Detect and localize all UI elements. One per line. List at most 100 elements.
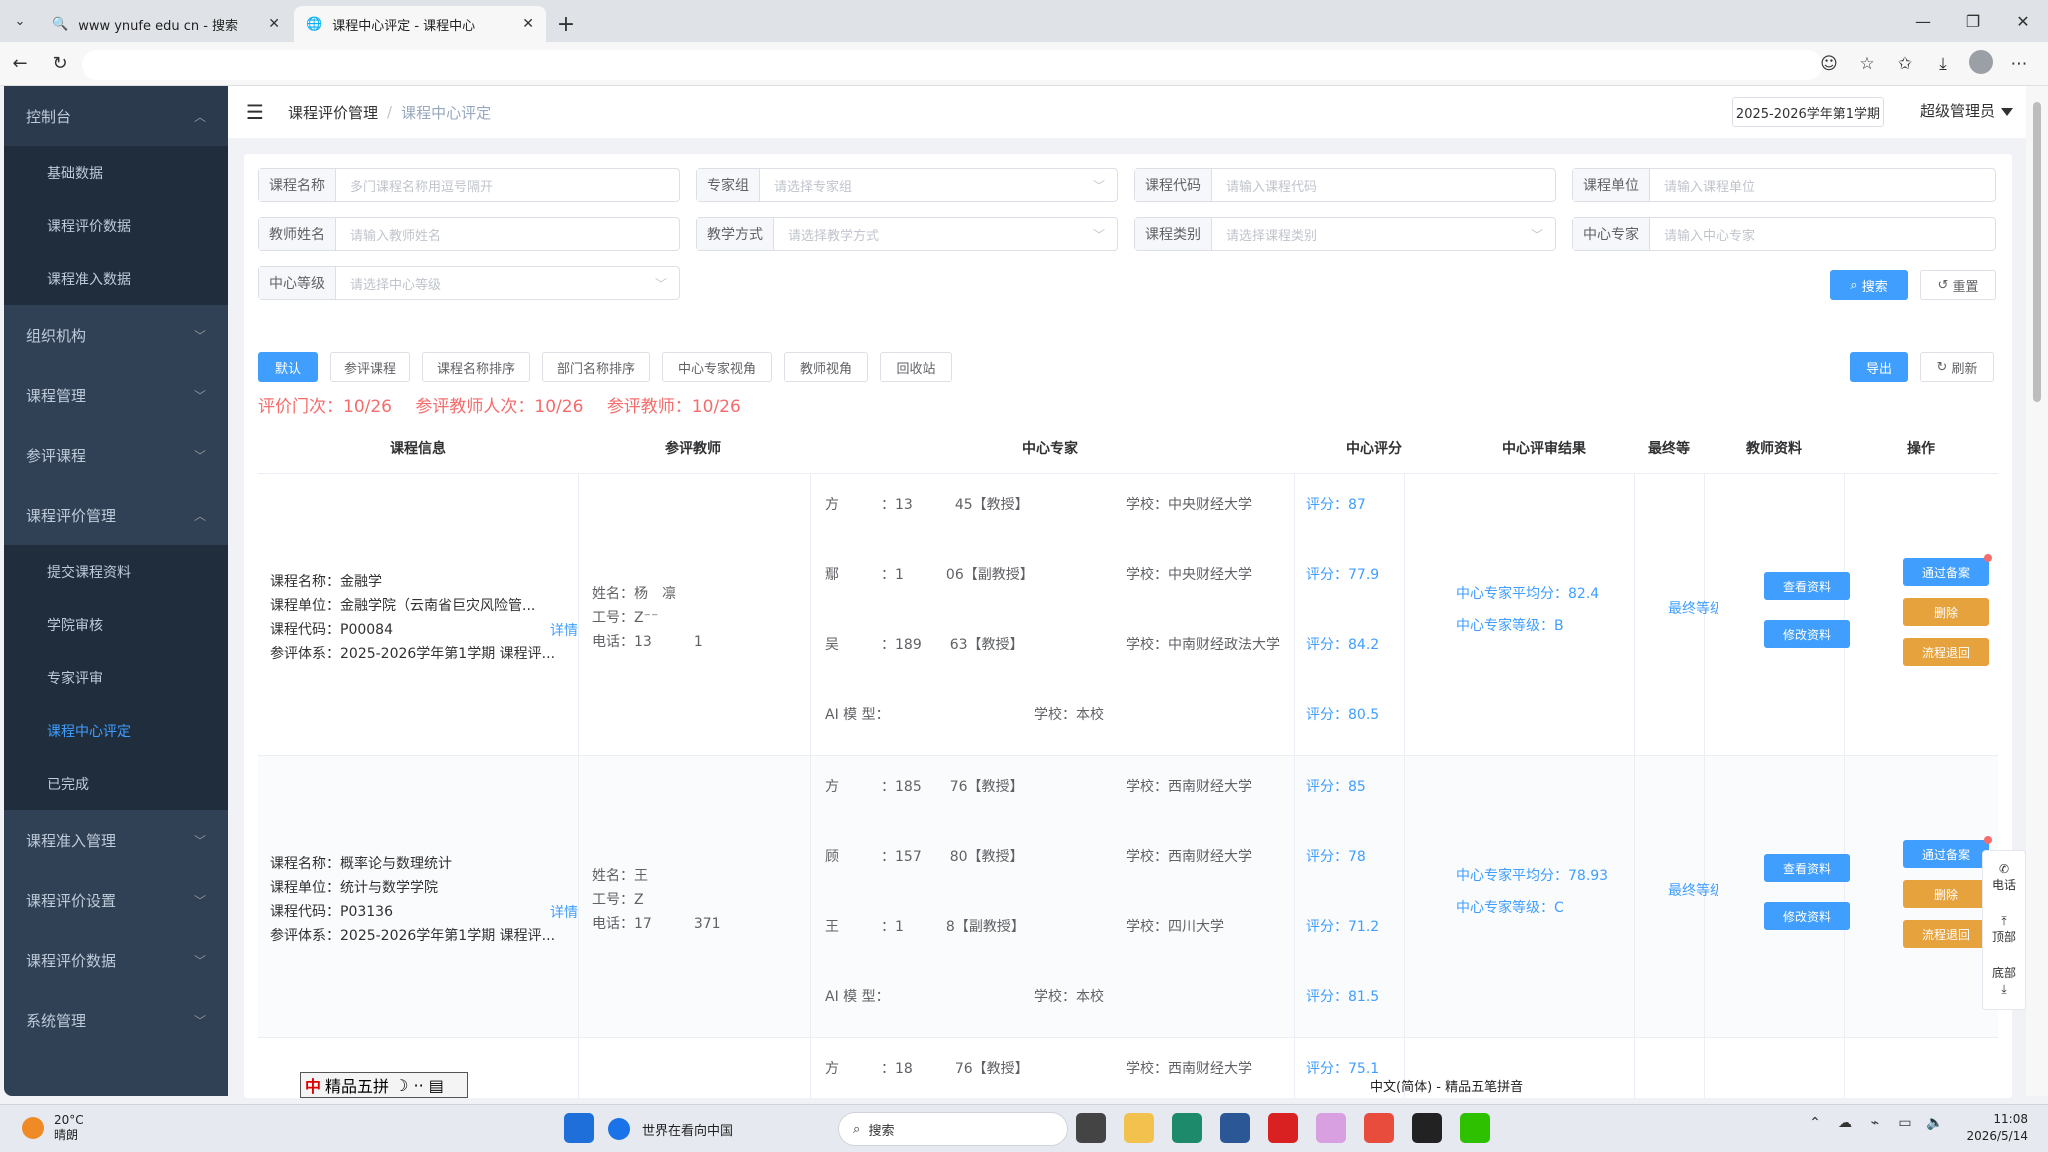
reload-button[interactable]: ↻ (40, 42, 80, 86)
wechat-icon[interactable] (1460, 1113, 1490, 1143)
hamburger-icon[interactable]: ☰ (246, 100, 268, 124)
course-category-select[interactable]: 课程类别 请选择课程类别 ﹀ (1134, 217, 1556, 251)
display-icon[interactable]: ▭ (1890, 1115, 1920, 1131)
approve-button[interactable]: 通过备案 (1903, 840, 1989, 868)
back-to-top-button[interactable]: ⤒ 顶部 (1983, 903, 2025, 955)
close-icon[interactable]: ✕ (522, 16, 534, 32)
sidebar-group-participating[interactable]: 参评课程 ﹀ (4, 425, 228, 485)
chevron-up-icon[interactable]: ⌃ (1800, 1115, 1830, 1131)
edge-browser-icon[interactable] (1172, 1113, 1202, 1143)
taskbar-search[interactable]: ⌕ 搜索 (838, 1112, 1068, 1146)
favorites-icon[interactable]: ✩ (1886, 54, 1924, 74)
reset-button[interactable]: ↺ 重置 (1920, 270, 1996, 300)
profile-avatar[interactable] (1962, 49, 2000, 79)
qq-icon[interactable] (1412, 1113, 1442, 1143)
sidebar-item-completed[interactable]: 已完成 (4, 757, 228, 810)
term-selector[interactable]: 2025-2026学年第1学期 (1732, 97, 1884, 127)
scrollbar-thumb[interactable] (2033, 102, 2041, 402)
phone-button[interactable]: ✆ 电话 (1983, 851, 2025, 903)
download-icon[interactable]: ⤓ (1924, 54, 1962, 74)
sidebar-item-submit[interactable]: 提交课程资料 (4, 545, 228, 598)
store-icon[interactable] (1220, 1113, 1250, 1143)
detail-link[interactable]: 详情 (550, 902, 578, 922)
new-tab-button[interactable]: + (548, 6, 584, 42)
sidebar-group-course-mgmt[interactable]: 课程管理 ﹀ (4, 365, 228, 425)
browser-tab-search[interactable]: 🔍 www ynufe edu cn - 搜索 ✕ (40, 6, 292, 42)
detail-link[interactable]: 详情 (550, 620, 578, 640)
user-menu[interactable]: 超级管理员 (1920, 100, 2014, 121)
teacher-name-field[interactable]: 教师姓名 请输入教师姓名 (258, 217, 680, 251)
back-button[interactable]: ← (0, 42, 40, 86)
reader-icon[interactable]: ☺ (1810, 54, 1848, 74)
weather-widget[interactable]: 20°C 晴朗 (22, 1113, 84, 1143)
browser-tab-course[interactable]: 🌐 课程中心评定 - 课程中心 ✕ (294, 6, 546, 42)
center-expert-field[interactable]: 中心专家 请输入中心专家 (1572, 217, 1996, 251)
center-level-select[interactable]: 中心等级 请选择中心等级 ﹀ (258, 266, 680, 300)
more-icon[interactable]: ⋯ (2000, 54, 2038, 74)
course-unit-field[interactable]: 课程单位 请输入课程单位 (1572, 168, 1996, 202)
sidebar-item-basic-data[interactable]: 基础数据 (4, 146, 228, 199)
tab-participating[interactable]: 参评课程 (330, 352, 410, 382)
sidebar-group-system[interactable]: 系统管理 ﹀ (4, 990, 228, 1050)
course-name-field[interactable]: 课程名称 多门课程名称用逗号隔开 (258, 168, 680, 202)
clock-time: 11:08 (1993, 1112, 2028, 1126)
sidebar-group-eval-data[interactable]: 课程评价数据 ﹀ (4, 930, 228, 990)
course-code-field[interactable]: 课程代码 请输入课程代码 (1134, 168, 1556, 202)
restore-button[interactable]: ❐ (1948, 0, 1998, 42)
tab-title: www ynufe edu cn - 搜索 (78, 18, 239, 34)
chrome-icon[interactable] (1316, 1113, 1346, 1143)
tab-recycle-bin[interactable]: 回收站 (880, 352, 952, 382)
return-button[interactable]: 流程退回 (1903, 638, 1989, 666)
approve-button[interactable]: 通过备案 (1903, 558, 1989, 586)
sidebar-item-admission-data[interactable]: 课程准入数据 (4, 252, 228, 305)
expert-group-select[interactable]: 专家组 请选择专家组 ﹀ (696, 168, 1118, 202)
page-scrollbar[interactable] (2026, 86, 2048, 1096)
delete-button[interactable]: 删除 (1903, 598, 1989, 626)
return-button[interactable]: 流程退回 (1903, 920, 1989, 948)
view-materials-button[interactable]: 查看资料 (1764, 572, 1850, 600)
breadcrumb-parent[interactable]: 课程评价管理 (288, 102, 378, 123)
sidebar-group-eval-mgmt[interactable]: 课程评价管理 ︿ (4, 485, 228, 545)
cloud-icon[interactable]: ☁ (1830, 1115, 1860, 1131)
sidebar-item-expert-review[interactable]: 专家评审 (4, 651, 228, 704)
sidebar-group-dashboard[interactable]: 控制台 ︿ (4, 86, 228, 146)
windows-start-icon[interactable] (564, 1113, 594, 1143)
wps-icon[interactable] (1364, 1113, 1394, 1143)
tab-actions-menu[interactable]: ⌄ (0, 0, 40, 42)
teaching-method-select[interactable]: 教学方式 请选择教学方式 ﹀ (696, 217, 1118, 251)
file-explorer-icon[interactable] (1124, 1113, 1154, 1143)
ime-language-indicator[interactable]: 中文(简体) - 精品五笔拼音 (1370, 1076, 1523, 1100)
tab-expert-view[interactable]: 中心专家视角 (662, 352, 772, 382)
volume-icon[interactable]: 🔈 (1920, 1115, 1950, 1131)
sidebar-item-eval-data[interactable]: 课程评价数据 (4, 199, 228, 252)
edit-materials-button[interactable]: 修改资料 (1764, 620, 1850, 648)
edit-materials-button[interactable]: 修改资料 (1764, 902, 1850, 930)
minimize-button[interactable]: — (1898, 0, 1948, 42)
tab-sort-by-name[interactable]: 课程名称排序 (422, 352, 530, 382)
taskbar-clock[interactable]: 11:08 2026/5/14 (1966, 1111, 2028, 1145)
search-button[interactable]: ⌕ 搜索 (1830, 270, 1908, 300)
view-materials-button[interactable]: 查看资料 (1764, 854, 1850, 882)
close-window-button[interactable]: ✕ (1998, 0, 2048, 42)
task-view-icon[interactable] (1076, 1113, 1106, 1143)
go-to-bottom-button[interactable]: 底部 ⤓ (1983, 955, 2025, 1007)
news-widget[interactable]: 世界在看向中国 (608, 1113, 830, 1145)
ime-status-bar[interactable]: 中精品五拼 ☽ ·· ▤ (300, 1072, 468, 1098)
sidebar-group-admission-mgmt[interactable]: 课程准入管理 ﹀ (4, 810, 228, 870)
tab-sort-by-dept[interactable]: 部门名称排序 (542, 352, 650, 382)
export-button[interactable]: 导出 (1850, 352, 1908, 382)
tab-teacher-view[interactable]: 教师视角 (784, 352, 868, 382)
network-icon[interactable]: ⌁ (1860, 1115, 1890, 1131)
refresh-button[interactable]: ↻ 刷新 (1920, 352, 1994, 382)
sidebar-group-organization[interactable]: 组织机构 ﹀ (4, 305, 228, 365)
app-l-icon[interactable] (1268, 1113, 1298, 1143)
sidebar-group-eval-settings[interactable]: 课程评价设置 ﹀ (4, 870, 228, 930)
close-icon[interactable]: ✕ (268, 16, 280, 32)
tab-default[interactable]: 默认 (258, 352, 318, 382)
sidebar-item-center-assessment[interactable]: 课程中心评定 (4, 704, 228, 757)
url-input[interactable] (82, 50, 1822, 80)
sidebar-item-college-review[interactable]: 学院审核 (4, 598, 228, 651)
teacher-phone: 电话：17 371 (592, 916, 721, 932)
favorite-star-icon[interactable]: ☆ (1848, 54, 1886, 74)
delete-button[interactable]: 删除 (1903, 880, 1989, 908)
